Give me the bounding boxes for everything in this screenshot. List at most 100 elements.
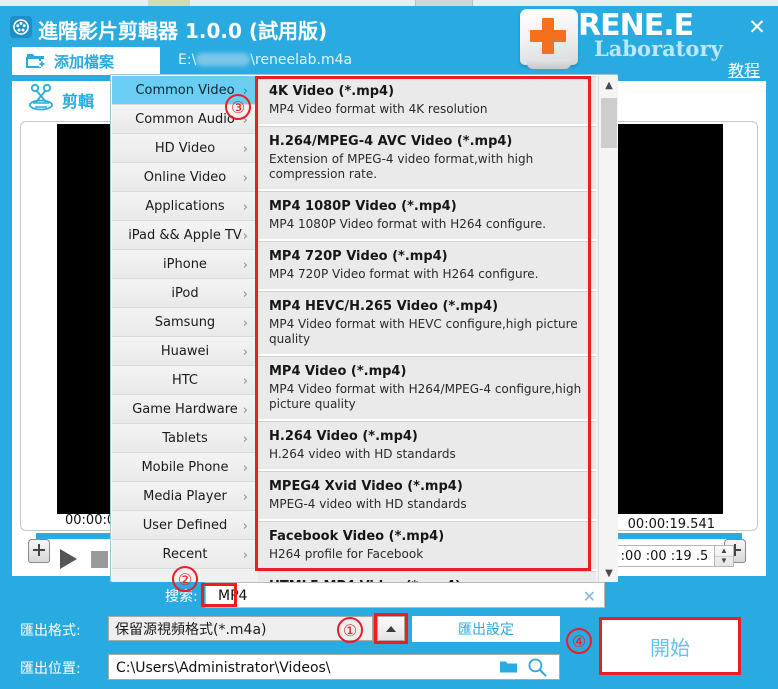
- format-item[interactable]: H.264/MPEG-4 AVC Video (*.mp4) Extension …: [258, 126, 596, 191]
- category-item-label: Recent: [162, 546, 208, 562]
- format-item[interactable]: 4K Video (*.mp4) MP4 Video format with 4K…: [258, 76, 596, 126]
- format-item-desc: MP4 1080P Video format with H264 configu…: [269, 217, 547, 231]
- time-spin-buttons[interactable]: ▲ ▼: [714, 545, 734, 567]
- search-input[interactable]: [216, 585, 560, 607]
- chevron-right-icon: ›: [242, 519, 248, 534]
- scroll-up-icon[interactable]: ▲: [599, 76, 618, 94]
- format-item-title: MP4 720P Video (*.mp4): [269, 249, 448, 264]
- export-format-dropdown-button[interactable]: [377, 616, 405, 641]
- export-location-wrap: [108, 654, 560, 680]
- magnifier-icon[interactable]: [527, 657, 547, 677]
- play-button[interactable]: [60, 549, 77, 569]
- page-title: 進階影片剪輯器 1.0.0 (試用版): [38, 19, 328, 43]
- category-item-label: iPad && Apple TV: [128, 227, 242, 243]
- export-bar: 匯出格式: 匯出設定 匯出位置: 開始: [0, 612, 778, 689]
- stop-button[interactable]: [91, 550, 108, 568]
- format-item[interactable]: Facebook Video (*.mp4) H264 profile for F…: [258, 521, 596, 571]
- chevron-right-icon: ›: [242, 316, 248, 331]
- tutorial-link[interactable]: 教程: [728, 57, 760, 81]
- category-item[interactable]: Media Player ›: [112, 482, 258, 511]
- format-item-desc: MP4 720P Video format with H264 configur…: [269, 267, 539, 281]
- scroll-down-icon[interactable]: ▼: [599, 564, 618, 582]
- tab-edit-label: 剪輯: [61, 92, 94, 111]
- spin-up-icon[interactable]: ▲: [715, 546, 733, 557]
- category-item[interactable]: Samsung ›: [112, 308, 258, 337]
- category-list: Common Video › Common Audio › HD Video › Onlin…: [112, 76, 258, 582]
- format-item-title: 4K Video (*.mp4): [269, 84, 395, 99]
- export-location-label: 匯出位置:: [20, 661, 81, 677]
- trim-handle-start[interactable]: [28, 539, 50, 563]
- chevron-right-icon: ›: [242, 461, 248, 476]
- category-item-label: Common Video: [135, 82, 235, 98]
- chevron-right-icon: ›: [242, 432, 248, 447]
- format-scrollbar[interactable]: ▲ ▼: [598, 76, 618, 582]
- export-format-input[interactable]: [108, 616, 373, 641]
- format-list[interactable]: 4K Video (*.mp4) MP4 Video format with 4K…: [258, 76, 596, 582]
- category-item[interactable]: Applications ›: [112, 192, 258, 221]
- category-item[interactable]: Game Hardware ›: [112, 395, 258, 424]
- format-item[interactable]: MP4 720P Video (*.mp4) MP4 720P Video for…: [258, 241, 596, 291]
- duration-value: 00:00:19.541: [627, 517, 715, 532]
- folder-icon[interactable]: [500, 660, 517, 674]
- format-item[interactable]: H.264 Video (*.mp4) H.264 video with HD s…: [258, 421, 596, 471]
- export-location-input[interactable]: [114, 658, 498, 678]
- chevron-right-icon: ›: [242, 345, 248, 360]
- export-settings-button[interactable]: 匯出設定: [412, 616, 560, 642]
- chevron-right-icon: ›: [242, 142, 248, 157]
- category-item[interactable]: iPhone ›: [112, 250, 258, 279]
- format-item[interactable]: HTML5 MP4 Video (*.mp4)H.264 video profi…: [258, 571, 596, 582]
- add-file-button[interactable]: 添加檔案: [12, 47, 160, 75]
- format-area: 4K Video (*.mp4) MP4 Video format with 4K…: [258, 76, 618, 582]
- format-item[interactable]: MP4 HEVC/H.265 Video (*.mp4) MP4 Video fo…: [258, 291, 596, 356]
- category-item-label: Mobile Phone: [141, 459, 229, 475]
- category-item-label: User Defined: [142, 517, 228, 533]
- close-icon[interactable]: ✕: [746, 17, 768, 39]
- scroll-thumb[interactable]: [601, 98, 617, 148]
- format-item[interactable]: MP4 1080P Video (*.mp4) MP4 1080P Video f…: [258, 191, 596, 241]
- chevron-right-icon: ›: [242, 548, 248, 563]
- category-item[interactable]: Mobile Phone ›: [112, 453, 258, 482]
- spin-down-icon[interactable]: ▼: [715, 557, 733, 567]
- format-item-desc: MP4 Video format with 4K resolution: [269, 102, 488, 116]
- clear-search-icon[interactable]: ✕: [583, 587, 596, 606]
- format-item-title: MP4 Video (*.mp4): [269, 364, 407, 379]
- category-item-label: Tablets: [162, 430, 208, 446]
- tab-edit[interactable]: 剪輯: [12, 81, 108, 119]
- category-item-label: HTC: [171, 372, 199, 388]
- category-item[interactable]: iPod ›: [112, 279, 258, 308]
- chevron-right-icon: ›: [242, 229, 248, 244]
- start-button[interactable]: 開始: [602, 620, 738, 672]
- current-file-path: E:\ \reneelab.m4a: [178, 52, 352, 68]
- format-item-title: HTML5 MP4 Video (*.mp4): [269, 578, 586, 582]
- format-item-desc: MP4 Video format with H264/MPEG-4 config…: [269, 382, 582, 411]
- category-item-label: iPhone: [163, 256, 207, 272]
- format-dropdown-popup: Common Video › Common Audio › HD Video › Onlin…: [110, 74, 618, 582]
- format-item-title: MP4 HEVC/H.265 Video (*.mp4): [269, 299, 499, 314]
- export-format-label: 匯出格式:: [20, 623, 81, 639]
- category-item-label: Online Video: [143, 169, 227, 185]
- format-item-title: MPEG4 Xvid Video (*.mp4): [269, 479, 463, 494]
- category-item[interactable]: HTC ›: [112, 366, 258, 395]
- category-item[interactable]: Recent ›: [112, 540, 258, 569]
- brand-key-icon: [520, 9, 578, 69]
- app-window: 進階影片剪輯器 1.0.0 (試用版) RENE.E Laboratory ✕ …: [0, 0, 778, 689]
- chevron-right-icon: ›: [242, 403, 248, 418]
- film-reel-icon: [10, 16, 32, 38]
- format-item[interactable]: MP4 Video (*.mp4) MP4 Video format with H…: [258, 356, 596, 421]
- format-item-desc: MP4 Video format with HEVC configure,hig…: [269, 317, 578, 346]
- category-item[interactable]: HD Video ›: [112, 134, 258, 163]
- category-item[interactable]: Tablets ›: [112, 424, 258, 453]
- format-item-desc: MPEG-4 video with HD standards: [269, 497, 467, 511]
- transport-controls: [60, 549, 108, 569]
- chevron-right-icon: ›: [242, 287, 248, 302]
- category-item[interactable]: iPad && Apple TV ›: [112, 221, 258, 250]
- category-item[interactable]: User Defined ›: [112, 511, 258, 540]
- file-path-suffix: \reneelab.m4a: [250, 52, 353, 68]
- chevron-right-icon: ›: [242, 490, 248, 505]
- category-item-label: Game Hardware: [132, 401, 238, 417]
- add-folder-icon: [26, 52, 46, 70]
- category-item[interactable]: Online Video ›: [112, 163, 258, 192]
- format-item[interactable]: MPEG4 Xvid Video (*.mp4) MPEG-4 video wit…: [258, 471, 596, 521]
- category-item[interactable]: Huawei ›: [112, 337, 258, 366]
- search-input-wrap: ✕: [205, 582, 605, 608]
